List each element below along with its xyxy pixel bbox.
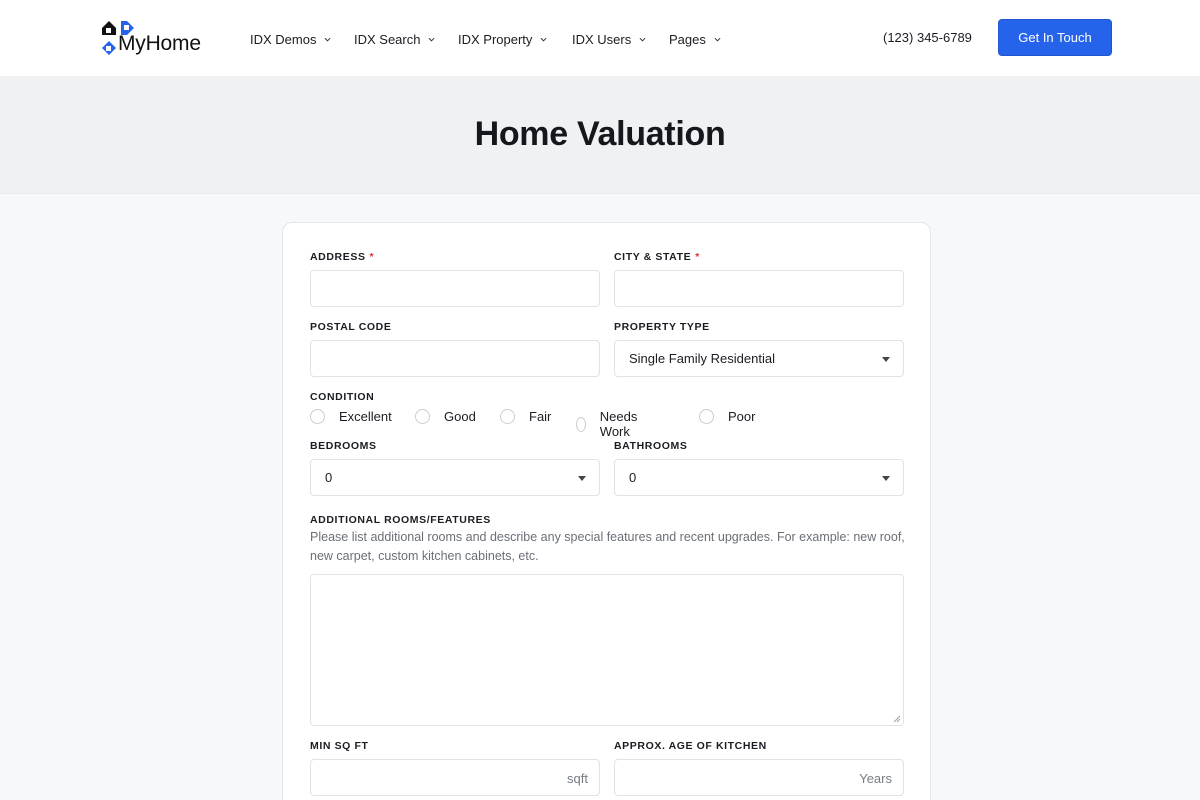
condition-radio-poor[interactable]: Poor <box>699 409 755 424</box>
nav-label: IDX Users <box>572 31 632 47</box>
nav-label: IDX Property <box>458 31 533 47</box>
bathrooms-select[interactable]: 0 <box>614 459 904 496</box>
condition-radio-needs-work[interactable]: Needs Work <box>576 409 643 439</box>
address-label-text: ADDRESS <box>310 251 366 263</box>
brand-logo[interactable]: MyHome <box>101 19 213 57</box>
city-state-label-text: CITY & STATE <box>614 251 692 263</box>
min-sqft-label: MIN SQ FT <box>310 740 369 752</box>
postal-code-field[interactable] <box>310 340 600 377</box>
page-title: Home Valuation <box>474 115 726 153</box>
additional-features-label: ADDITIONAL ROOMS/FEATURES <box>310 514 491 526</box>
kitchen-age-field[interactable]: Years <box>614 759 904 796</box>
nav-item-idx-demos[interactable]: IDX Demos <box>250 30 331 48</box>
site-header: MyHome IDX Demos IDX Search IDX Property… <box>0 0 1200 77</box>
nav-item-idx-search[interactable]: IDX Search <box>354 30 435 48</box>
bedrooms-label: BEDROOMS <box>310 440 377 452</box>
address-label: ADDRESS * <box>310 251 374 263</box>
nav-label: IDX Demos <box>250 31 317 47</box>
city-state-input[interactable] <box>615 271 903 306</box>
nav-label: Pages <box>669 31 706 47</box>
required-mark: * <box>695 251 700 263</box>
radio-label: Needs Work <box>599 409 638 439</box>
radio-circle[interactable] <box>500 409 515 424</box>
bathrooms-label: BATHROOMS <box>614 440 688 452</box>
nav-item-idx-users[interactable]: IDX Users <box>572 30 646 48</box>
radio-circle[interactable] <box>699 409 714 424</box>
address-input[interactable] <box>311 271 599 306</box>
chevron-down-icon <box>714 37 721 42</box>
radio-circle[interactable] <box>310 409 325 424</box>
radio-label: Fair <box>529 409 552 424</box>
radio-label: Excellent <box>339 409 392 424</box>
property-type-value: Single Family Residential <box>629 351 775 366</box>
radio-circle[interactable] <box>415 409 430 424</box>
property-type-label: PROPERTY TYPE <box>614 321 710 333</box>
page-title-band: Home Valuation <box>0 77 1200 194</box>
radio-label: Poor <box>728 409 756 424</box>
caret-down-icon <box>882 357 890 362</box>
caret-down-icon <box>578 476 586 481</box>
chevron-down-icon <box>324 37 331 42</box>
nav-item-idx-property[interactable]: IDX Property <box>458 30 547 48</box>
resize-grip-icon[interactable] <box>893 715 901 723</box>
bedrooms-select[interactable]: 0 <box>310 459 600 496</box>
required-mark: * <box>369 251 375 263</box>
address-field[interactable] <box>310 270 600 307</box>
valuation-form-card: ADDRESS * CITY & STATE * POSTAL CODE PROPE… <box>282 222 931 800</box>
caret-down-icon <box>882 476 890 481</box>
condition-label: CONDITION <box>310 391 375 403</box>
condition-radio-excellent[interactable]: Excellent <box>310 409 392 424</box>
get-in-touch-button[interactable]: Get In Touch <box>998 19 1112 56</box>
chevron-down-icon <box>639 37 646 42</box>
years-suffix: Years <box>859 771 892 786</box>
additional-features-textarea[interactable] <box>310 574 904 726</box>
radio-label: Good <box>444 409 476 424</box>
city-state-label: CITY & STATE * <box>614 251 700 263</box>
nav-label: IDX Search <box>354 31 421 47</box>
sqft-suffix: sqft <box>567 771 588 786</box>
chevron-down-icon <box>540 37 547 42</box>
bedrooms-value: 0 <box>325 470 333 485</box>
postal-code-input[interactable] <box>311 341 599 376</box>
condition-radio-good[interactable]: Good <box>415 409 476 424</box>
property-type-select[interactable]: Single Family Residential <box>614 340 904 377</box>
nav-item-pages[interactable]: Pages <box>669 30 721 48</box>
kitchen-age-label: APPROX. AGE OF KITCHEN <box>614 740 767 752</box>
bathrooms-value: 0 <box>629 470 637 485</box>
chevron-down-icon <box>428 37 435 42</box>
min-sqft-input[interactable] <box>311 760 599 795</box>
additional-features-help: Please list additional rooms and describ… <box>310 530 905 563</box>
brand-name: MyHome <box>118 32 201 55</box>
phone-link[interactable]: (123) 345-6789 <box>883 30 972 45</box>
postal-code-label: POSTAL CODE <box>310 321 392 333</box>
city-state-field[interactable] <box>614 270 904 307</box>
min-sqft-field[interactable]: sqft <box>310 759 600 796</box>
radio-circle[interactable] <box>576 416 586 432</box>
condition-radio-fair[interactable]: Fair <box>500 409 551 424</box>
